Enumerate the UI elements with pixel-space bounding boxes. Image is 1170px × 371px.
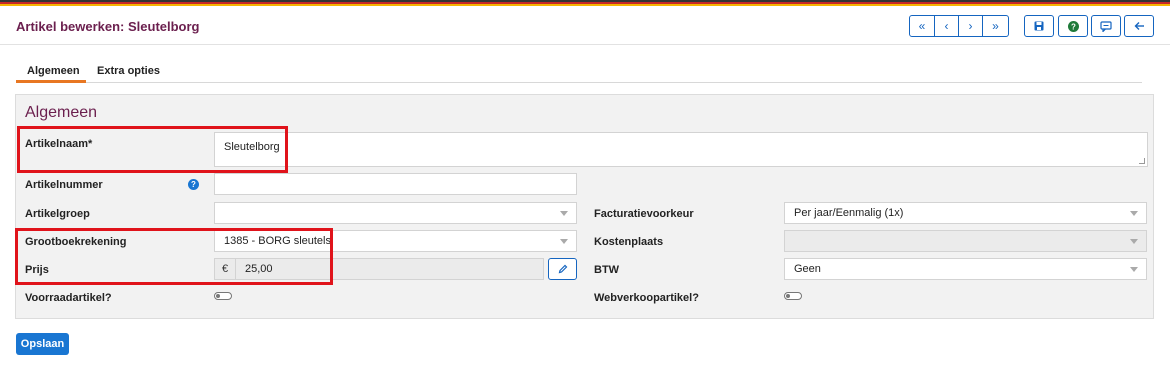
tab-algemeen[interactable]: Algemeen: [27, 65, 80, 77]
kostenplaats-label: Kostenplaats: [594, 236, 664, 248]
page-header: Artikel bewerken: Sleutelborg « ‹ › » ?: [0, 6, 1170, 45]
pencil-icon: [558, 264, 567, 274]
facturatievoorkeur-select[interactable]: Per jaar/Eenmalig (1x): [784, 202, 1147, 224]
voorraadartikel-label: Voorraadartikel?: [25, 292, 112, 304]
chevron-down-icon: [1130, 267, 1138, 272]
chevrons-right-icon: »: [992, 19, 999, 33]
active-tab-indicator: [16, 80, 86, 83]
save-toolbar-button[interactable]: [1024, 15, 1054, 37]
artikelnummer-label: Artikelnummer: [25, 179, 103, 191]
next-record-button[interactable]: ›: [958, 15, 983, 37]
artikelnaam-field[interactable]: Sleutelborg: [214, 132, 1148, 167]
chevron-right-icon: ›: [968, 19, 973, 33]
webverkoopartikel-label: Webverkoopartikel?: [594, 292, 699, 304]
help-icon[interactable]: ?: [188, 179, 199, 190]
chevron-left-icon: ‹: [944, 19, 949, 33]
arrow-left-icon: [1134, 22, 1144, 30]
artikelgroep-select[interactable]: [214, 202, 577, 224]
highlight-box-grootboek-prijs: [15, 228, 333, 285]
tab-extra-opties[interactable]: Extra opties: [97, 65, 160, 77]
chevron-down-icon: [1130, 211, 1138, 216]
back-button[interactable]: [1124, 15, 1154, 37]
chevron-down-icon: [560, 211, 568, 216]
save-button[interactable]: Opslaan: [16, 333, 69, 355]
facturatievoorkeur-value: Per jaar/Eenmalig (1x): [794, 207, 904, 219]
svg-text:?: ?: [1071, 22, 1076, 31]
voorraadartikel-toggle[interactable]: [214, 292, 232, 300]
btw-select[interactable]: Geen: [784, 258, 1147, 280]
edit-price-button[interactable]: [548, 258, 577, 280]
resize-handle[interactable]: [1139, 158, 1145, 164]
artikelnummer-field[interactable]: [214, 173, 577, 195]
page-title: Artikel bewerken: Sleutelborg: [16, 19, 200, 34]
first-record-button[interactable]: «: [909, 15, 935, 37]
floppy-disk-icon: [1034, 21, 1044, 31]
highlight-box-artikelnaam: [17, 126, 288, 173]
chevron-down-icon: [560, 239, 568, 244]
kostenplaats-select[interactable]: [784, 230, 1147, 252]
comment-icon: [1100, 20, 1112, 32]
question-circle-icon: ?: [1067, 20, 1079, 32]
tab-bar: Algemeen Extra opties: [16, 60, 1142, 83]
previous-record-button[interactable]: ‹: [934, 15, 959, 37]
artikelgroep-label: Artikelgroep: [25, 208, 90, 220]
facturatievoorkeur-label: Facturatievoorkeur: [594, 208, 694, 220]
panel-title: Algemeen: [25, 104, 98, 121]
chevrons-left-icon: «: [918, 19, 926, 33]
btw-label: BTW: [594, 264, 620, 276]
btw-value: Geen: [794, 263, 821, 275]
help-button[interactable]: ?: [1058, 15, 1088, 37]
last-record-button[interactable]: »: [982, 15, 1009, 37]
webverkoopartikel-toggle[interactable]: [784, 292, 802, 300]
chevron-down-icon: [1130, 239, 1138, 244]
comment-button[interactable]: [1091, 15, 1121, 37]
